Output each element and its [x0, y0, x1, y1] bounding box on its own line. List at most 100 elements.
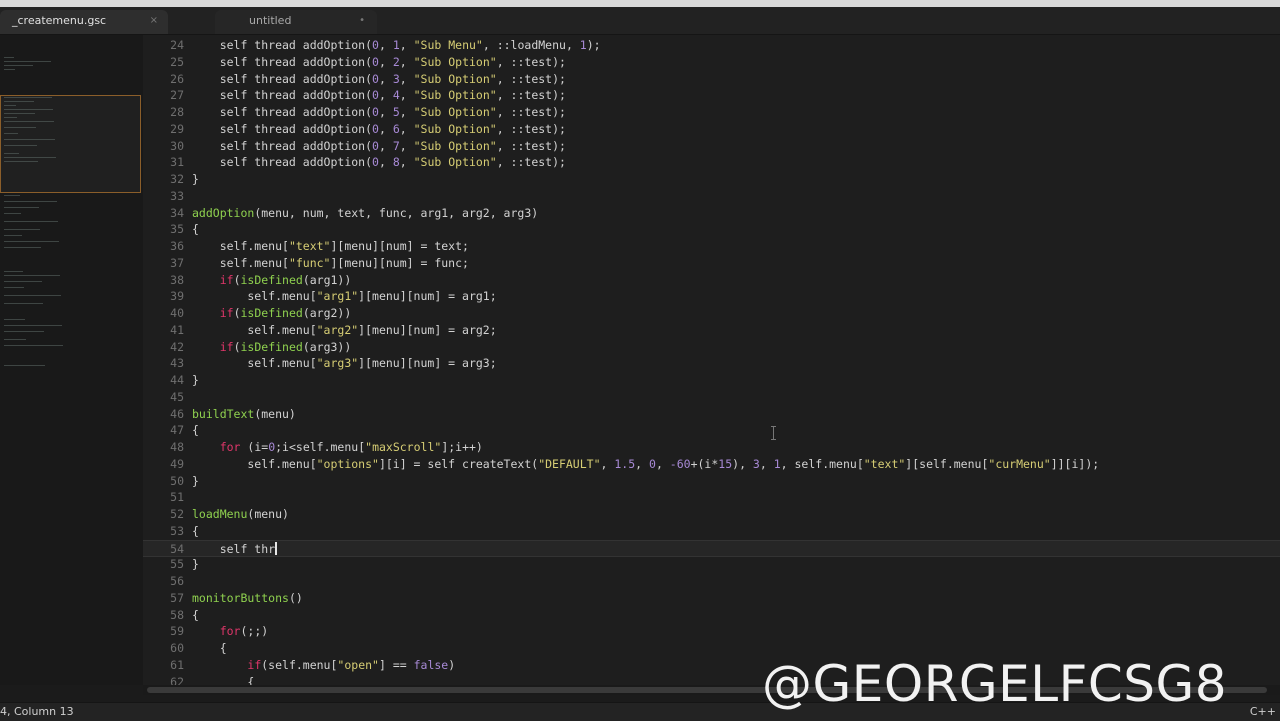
- code-token: {: [192, 607, 199, 622]
- code-token: 1: [579, 38, 587, 52]
- tab-label: _createmenu.gsc: [12, 14, 107, 27]
- code-text[interactable]: self thr: [192, 541, 278, 558]
- code-line[interactable]: 59 for(;;): [143, 623, 1280, 640]
- line-number: 31: [170, 155, 184, 170]
- code-token: 3: [752, 456, 760, 471]
- code-text[interactable]: {: [192, 221, 199, 238]
- code-text[interactable]: {: [192, 422, 199, 439]
- tab-createmenu[interactable]: _createmenu.gsc ×: [0, 10, 168, 34]
- code-token: (i=: [240, 440, 269, 454]
- code-text[interactable]: addOption(menu, num, text, func, arg1, a…: [192, 205, 538, 222]
- code-token: ][menu][num] = text;: [330, 239, 469, 253]
- code-line[interactable]: 48 for (i=0;i<self.menu["maxScroll"];i++…: [143, 439, 1280, 456]
- code-text[interactable]: {: [192, 607, 199, 624]
- code-line[interactable]: 25 self thread addOption(0, 2, "Sub Opti…: [143, 54, 1280, 71]
- code-text[interactable]: self.menu["func"][menu][num] = func;: [192, 255, 469, 272]
- code-text[interactable]: self thread addOption(0, 4, "Sub Option"…: [192, 87, 566, 104]
- code-text[interactable]: self.menu["arg3"][menu][num] = arg3;: [192, 355, 496, 372]
- code-line[interactable]: 33: [143, 188, 1280, 205]
- modified-dot-icon[interactable]: •: [359, 10, 365, 32]
- code-text[interactable]: self thread addOption(0, 6, "Sub Option"…: [192, 121, 566, 138]
- line-number: 49: [170, 456, 184, 471]
- code-line[interactable]: 39 self.menu["arg1"][menu][num] = arg1;: [143, 288, 1280, 305]
- syntax-mode[interactable]: C++: [1250, 703, 1276, 720]
- code-line[interactable]: 24 self thread addOption(0, 1, "Sub Menu…: [143, 37, 1280, 54]
- code-line[interactable]: 42 if(isDefined(arg3)): [143, 339, 1280, 356]
- code-text[interactable]: {: [192, 674, 254, 686]
- code-line[interactable]: 37 self.menu["func"][menu][num] = func;: [143, 255, 1280, 272]
- code-line[interactable]: 41 self.menu["arg2"][menu][num] = arg2;: [143, 322, 1280, 339]
- code-text[interactable]: if(isDefined(arg3)): [192, 339, 352, 356]
- code-text[interactable]: self thread addOption(0, 8, "Sub Option"…: [192, 154, 566, 171]
- code-line[interactable]: 46 buildText(menu): [143, 406, 1280, 423]
- minimap[interactable]: [0, 35, 144, 685]
- code-text[interactable]: self thread addOption(0, 3, "Sub Option"…: [192, 71, 566, 88]
- code-text[interactable]: self thread addOption(0, 7, "Sub Option"…: [192, 138, 566, 155]
- code-line[interactable]: 26 self thread addOption(0, 3, "Sub Opti…: [143, 71, 1280, 88]
- code-text[interactable]: {: [192, 640, 227, 657]
- code-text[interactable]: buildText(menu): [192, 406, 296, 423]
- minimap-line: [4, 221, 58, 222]
- code-text[interactable]: if(self.menu["open"] == false): [192, 657, 455, 674]
- code-token: (menu): [254, 406, 296, 421]
- code-text[interactable]: for (i=0;i<self.menu["maxScroll"];i++): [192, 439, 483, 456]
- code-line[interactable]: 34 addOption(menu, num, text, func, arg1,…: [143, 205, 1280, 222]
- minimap-line: [4, 109, 53, 110]
- code-text[interactable]: for(;;): [192, 623, 268, 640]
- close-icon[interactable]: ×: [150, 10, 158, 32]
- code-line[interactable]: 58 {: [143, 607, 1280, 624]
- code-text[interactable]: }: [192, 556, 199, 573]
- code-token: 0: [372, 138, 379, 153]
- code-text[interactable]: self.menu["arg2"][menu][num] = arg2;: [192, 322, 496, 339]
- code-text[interactable]: self.menu["options"][i] = self createTex…: [192, 456, 1099, 473]
- code-text[interactable]: self thread addOption(0, 2, "Sub Option"…: [192, 54, 566, 71]
- code-line[interactable]: 51: [143, 489, 1280, 506]
- code-line[interactable]: 32}: [143, 171, 1280, 188]
- line-number: 46: [170, 406, 184, 421]
- code-editor[interactable]: 24 self thread addOption(0, 1, "Sub Menu…: [143, 35, 1280, 685]
- code-text[interactable]: self.menu["text"][menu][num] = text;: [192, 238, 469, 255]
- code-text[interactable]: {: [192, 523, 199, 540]
- code-line[interactable]: 35 {: [143, 221, 1280, 238]
- code-line[interactable]: 57 monitorButtons(): [143, 590, 1280, 607]
- code-text[interactable]: monitorButtons(): [192, 590, 303, 607]
- code-text[interactable]: }: [192, 372, 199, 389]
- code-text[interactable]: self.menu["arg1"][menu][num] = arg1;: [192, 288, 496, 305]
- code-line[interactable]: 29 self thread addOption(0, 6, "Sub Opti…: [143, 121, 1280, 138]
- code-text[interactable]: self thread addOption(0, 1, "Sub Menu", …: [192, 37, 601, 54]
- code-line[interactable]: 44}: [143, 372, 1280, 389]
- code-line[interactable]: 49 self.menu["options"][i] = self create…: [143, 456, 1280, 473]
- code-line[interactable]: 43 self.menu["arg3"][menu][num] = arg3;: [143, 355, 1280, 372]
- code-token: "Sub Option": [413, 155, 497, 170]
- code-line[interactable]: 47 {: [143, 422, 1280, 439]
- code-text[interactable]: if(isDefined(arg1)): [192, 272, 352, 289]
- code-line[interactable]: 40 if(isDefined(arg2)): [143, 305, 1280, 322]
- code-line[interactable]: 36 self.menu["text"][menu][num] = text;: [143, 238, 1280, 255]
- code-line[interactable]: 50}: [143, 473, 1280, 490]
- tab-untitled[interactable]: untitled •: [215, 10, 377, 34]
- code-token: "options": [316, 456, 379, 471]
- code-line[interactable]: 55}: [143, 556, 1280, 573]
- code-line[interactable]: 56: [143, 573, 1280, 590]
- code-line[interactable]: 52 loadMenu(menu): [143, 506, 1280, 523]
- code-text[interactable]: self thread addOption(0, 5, "Sub Option"…: [192, 104, 566, 121]
- code-token: (: [233, 306, 241, 320]
- code-token: ,: [378, 71, 393, 86]
- code-line[interactable]: 45: [143, 389, 1280, 406]
- line-number: 28: [170, 105, 184, 119]
- code-line[interactable]: 28 self thread addOption(0, 5, "Sub Opti…: [143, 104, 1280, 121]
- code-line[interactable]: 31 self thread addOption(0, 8, "Sub Opti…: [143, 154, 1280, 171]
- code-text[interactable]: }: [192, 473, 199, 490]
- code-line[interactable]: 38 if(isDefined(arg1)): [143, 272, 1280, 289]
- code-text[interactable]: if(isDefined(arg2)): [192, 305, 352, 322]
- code-token: 5: [392, 105, 400, 119]
- code-line-current[interactable]: 54 self thr: [143, 539, 1280, 558]
- code-line[interactable]: 30 self thread addOption(0, 7, "Sub Opti…: [143, 138, 1280, 155]
- line-number: 38: [170, 272, 184, 287]
- code-text[interactable]: loadMenu(menu): [192, 506, 289, 523]
- code-line[interactable]: 27 self thread addOption(0, 4, "Sub Opti…: [143, 87, 1280, 104]
- code-token: , ::test);: [496, 138, 566, 153]
- code-token: self.menu[: [192, 239, 289, 253]
- code-line[interactable]: 53 {: [143, 523, 1280, 540]
- code-text[interactable]: }: [192, 171, 199, 188]
